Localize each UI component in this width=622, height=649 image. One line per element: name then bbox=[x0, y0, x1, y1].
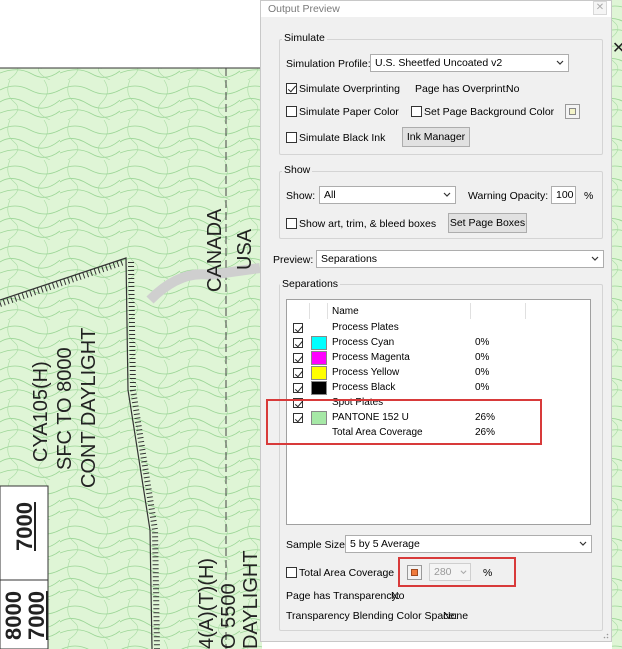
annotation-highlight-separations bbox=[266, 399, 542, 445]
chevron-down-icon bbox=[591, 256, 599, 261]
map-altitude-top: 7000 bbox=[12, 502, 37, 551]
swatch-color-square bbox=[569, 108, 576, 115]
show-dropdown[interactable]: All bbox=[319, 186, 456, 204]
separation-name: Process Plates bbox=[332, 322, 399, 333]
map-label-canada: CANADA bbox=[204, 208, 226, 292]
sample-size-value: 5 by 5 Average bbox=[350, 538, 420, 550]
separation-swatch bbox=[311, 381, 327, 395]
separation-coverage: 0% bbox=[475, 367, 490, 378]
page-background-color-swatch[interactable] bbox=[565, 104, 580, 119]
separation-row-process-plates[interactable]: Process Plates bbox=[287, 321, 590, 336]
chevron-down-icon bbox=[556, 60, 564, 65]
sample-size-label: Sample Size: bbox=[286, 539, 348, 551]
column-divider bbox=[309, 303, 310, 319]
map-airspace-label-line1: CYA105(H) bbox=[30, 361, 52, 462]
ink-manager-button[interactable]: Ink Manager bbox=[402, 127, 470, 147]
simulate-black-ink-label: Simulate Black Ink bbox=[299, 132, 386, 144]
resize-grip-icon[interactable] bbox=[601, 631, 609, 639]
map-airspace-label-line3: CONT DAYLIGHT bbox=[78, 327, 100, 488]
chevron-down-icon bbox=[579, 541, 587, 546]
column-divider bbox=[327, 303, 328, 319]
simulation-profile-label: Simulation Profile: bbox=[286, 58, 371, 70]
separation-row-process-cyan[interactable]: Process Cyan 0% bbox=[287, 336, 590, 351]
separation-swatch bbox=[311, 336, 327, 350]
separation-checkbox[interactable] bbox=[293, 323, 303, 333]
separation-row-process-magenta[interactable]: Process Magenta 0% bbox=[287, 351, 590, 366]
warning-opacity-label: Warning Opacity: bbox=[468, 190, 549, 202]
simulate-black-ink-checkbox[interactable] bbox=[286, 132, 297, 143]
set-page-background-checkbox[interactable] bbox=[411, 106, 422, 117]
map-airspace-label-bottom-2: O 5500 bbox=[218, 583, 240, 649]
separation-name: Process Black bbox=[332, 382, 396, 393]
separation-swatch bbox=[311, 366, 327, 380]
separation-coverage: 0% bbox=[475, 352, 490, 363]
separation-checkbox[interactable] bbox=[293, 338, 303, 348]
simulate-group-title: Simulate bbox=[282, 32, 327, 44]
total-area-coverage-checkbox[interactable] bbox=[286, 567, 297, 578]
map-label-usa: USA bbox=[234, 228, 256, 270]
map-close-x-icon: ✕ bbox=[612, 40, 622, 57]
show-group-title: Show bbox=[282, 164, 313, 176]
page-overprint-label: Page has Overprint: bbox=[415, 83, 509, 95]
separation-checkbox[interactable] bbox=[293, 353, 303, 363]
simulate-overprinting-checkbox[interactable] bbox=[286, 83, 297, 94]
sample-size-dropdown[interactable]: 5 by 5 Average bbox=[345, 535, 592, 553]
page-overprint-value: No bbox=[506, 83, 520, 95]
page-transparency-value: No bbox=[391, 590, 405, 602]
set-page-background-label: Set Page Background Color bbox=[424, 106, 555, 118]
separations-name-column-header: Name bbox=[332, 306, 359, 317]
separation-row-process-black[interactable]: Process Black 0% bbox=[287, 381, 590, 396]
chevron-down-icon bbox=[443, 192, 451, 197]
warning-opacity-unit: % bbox=[584, 190, 594, 202]
dialog-title: Output Preview bbox=[268, 3, 340, 15]
simulate-paper-color-checkbox[interactable] bbox=[286, 106, 297, 117]
separation-name: Process Magenta bbox=[332, 352, 410, 363]
close-icon: ✕ bbox=[595, 2, 605, 13]
separation-coverage: 0% bbox=[475, 382, 490, 393]
column-divider bbox=[470, 303, 471, 319]
preview-label: Preview: bbox=[273, 254, 314, 266]
blending-space-value: None bbox=[443, 610, 469, 622]
simulation-profile-value: U.S. Sheetfed Uncoated v2 bbox=[375, 57, 503, 69]
map-altitude-bottom-b: 7000 bbox=[24, 591, 49, 640]
show-label: Show: bbox=[286, 190, 316, 202]
warning-opacity-input[interactable]: 100 bbox=[551, 186, 576, 204]
map-airspace-label-bottom-1: 4(A)(T)(H) bbox=[196, 557, 218, 649]
separation-coverage: 0% bbox=[475, 337, 490, 348]
simulate-overprinting-label: Simulate Overprinting bbox=[299, 83, 400, 95]
separation-checkbox[interactable] bbox=[293, 368, 303, 378]
column-divider bbox=[525, 303, 526, 319]
map-airspace-label-line2: SFC TO 8000 bbox=[54, 347, 76, 470]
page-transparency-label: Page has Transparency: bbox=[286, 590, 400, 602]
total-area-coverage-label: Total Area Coverage bbox=[299, 567, 395, 579]
separation-row-process-yellow[interactable]: Process Yellow 0% bbox=[287, 366, 590, 381]
separation-name: Process Cyan bbox=[332, 337, 395, 348]
separations-group-title: Separations bbox=[280, 278, 341, 290]
set-page-boxes-button[interactable]: Set Page Boxes bbox=[448, 213, 527, 233]
simulation-profile-dropdown[interactable]: U.S. Sheetfed Uncoated v2 bbox=[370, 54, 569, 72]
dialog-titlebar[interactable]: Output Preview ✕ bbox=[261, 1, 611, 17]
close-button[interactable]: ✕ bbox=[593, 1, 607, 15]
annotation-highlight-total-area bbox=[398, 557, 516, 587]
simulate-paper-color-label: Simulate Paper Color bbox=[299, 106, 399, 118]
separation-checkbox[interactable] bbox=[293, 383, 303, 393]
separation-name: Process Yellow bbox=[332, 367, 400, 378]
separation-swatch bbox=[311, 351, 327, 365]
preview-value: Separations bbox=[321, 253, 378, 265]
show-value: All bbox=[324, 189, 336, 201]
preview-dropdown[interactable]: Separations bbox=[316, 250, 604, 268]
show-boxes-label: Show art, trim, & bleed boxes bbox=[299, 218, 437, 230]
output-preview-dialog: Output Preview ✕ Simulate Simulation Pro… bbox=[260, 0, 612, 642]
blending-space-label: Transparency Blending Color Space: bbox=[286, 610, 458, 622]
show-boxes-checkbox[interactable] bbox=[286, 218, 297, 229]
